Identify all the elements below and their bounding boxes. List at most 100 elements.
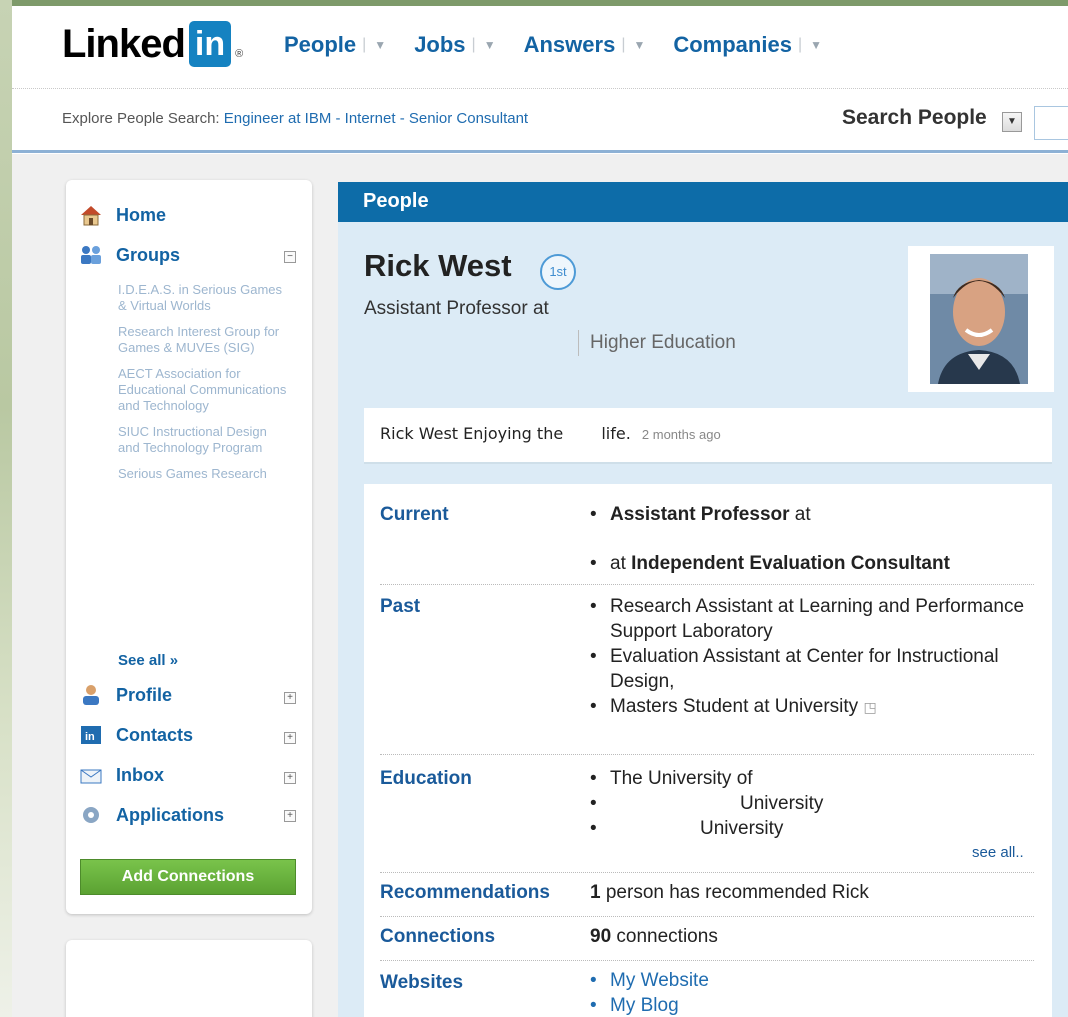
profile-industry: Higher Education (590, 332, 736, 353)
logo-registered-mark: ® (235, 48, 244, 60)
logo-box: in (188, 21, 232, 67)
row-divider (380, 584, 1034, 585)
group-link[interactable]: Serious Games Research (118, 466, 288, 482)
group-link[interactable]: Research Interest Group for Games & MUVE… (118, 324, 288, 356)
explore-prefix: Explore People Search: (62, 110, 220, 127)
groups-icon (78, 244, 104, 266)
profile-headline: Assistant Professor at (364, 298, 549, 319)
blog-link[interactable]: My Blog (590, 993, 1030, 1017)
education-see-all-link[interactable]: see all.. (972, 844, 1024, 861)
current-position-prefix: at (610, 553, 632, 574)
profile-name: Rick West (364, 248, 512, 283)
add-connections-button[interactable]: Add Connections (80, 859, 296, 895)
explore-people-search: Explore People Search: Engineer at IBM -… (62, 110, 528, 127)
profile-expand-toggle[interactable]: + (284, 692, 296, 704)
sidebar-item-label: Applications (116, 804, 225, 825)
logo-text: Linked (62, 21, 186, 66)
education-item: The University of (590, 766, 1030, 791)
chevron-down-icon[interactable]: ▼ (374, 38, 386, 52)
chevron-down-icon[interactable]: ▼ (633, 38, 645, 52)
row-divider (380, 872, 1034, 873)
current-position-item: at Independent Evaluation Consultant (590, 551, 1030, 576)
past-position-item: Masters Student at University ◳ (590, 694, 1030, 720)
nav-separator: | (797, 36, 803, 53)
status-text: Rick West Enjoying the life. 2 months ag… (380, 424, 721, 443)
search-input[interactable] (1034, 106, 1068, 140)
groups-see-all-link[interactable]: See all » (118, 652, 178, 669)
recommendations-text: person has recommended Rick (600, 882, 869, 903)
row-divider (380, 754, 1034, 755)
website-link[interactable]: My Website (590, 968, 1030, 993)
connection-degree-badge: 1st (540, 254, 576, 290)
websites-list: My Website My Blog (590, 968, 1030, 1017)
nav-companies-label[interactable]: Companies (673, 32, 792, 58)
status-update: Rick West Enjoying the life. 2 months ag… (364, 408, 1052, 464)
nav-jobs[interactable]: Jobs | ▼ (414, 32, 495, 58)
sidebar-item-applications[interactable]: Applications (78, 804, 224, 826)
status-message-end: life. (596, 424, 631, 443)
people-section-header: People (338, 182, 1068, 222)
row-divider (380, 916, 1034, 917)
industry-separator (578, 330, 579, 356)
recommendations-value: 1 person has recommended Rick (590, 880, 1030, 905)
search-type-dropdown[interactable]: ▼ (1002, 112, 1022, 132)
section-title: People (363, 190, 429, 212)
sidebar-item-label: Groups (116, 244, 181, 265)
nav-answers[interactable]: Answers | ▼ (524, 32, 646, 58)
gear-icon (78, 804, 104, 826)
past-label: Past (380, 596, 421, 617)
profile-area: Rick West 1st Assistant Professor at Hig… (338, 222, 1068, 1017)
nav-answers-label[interactable]: Answers (524, 32, 616, 58)
nav-separator: | (621, 36, 626, 53)
education-label: Education (380, 768, 472, 789)
current-positions: Assistant Professor at at Independent Ev… (590, 502, 1030, 576)
contacts-expand-toggle[interactable]: + (284, 732, 296, 744)
connections-label: Connections (380, 926, 496, 947)
past-positions: Research Assistant at Learning and Perfo… (590, 594, 1030, 720)
nav-people-label[interactable]: People (284, 32, 356, 58)
sidebar-item-label: Profile (116, 684, 173, 705)
past-position-item: Research Assistant at Learning and Perfo… (590, 594, 1030, 644)
education-item: University (590, 791, 1030, 816)
external-link-icon[interactable]: ◳ (863, 699, 876, 715)
group-link[interactable]: SIUC Instructional Design and Technology… (118, 424, 288, 456)
groups-collapse-toggle[interactable]: − (284, 251, 296, 263)
current-position-title: Assistant Professor (610, 504, 790, 525)
header-rule (12, 150, 1068, 153)
connections-count: 90 (590, 926, 612, 947)
applications-expand-toggle[interactable]: + (284, 810, 296, 822)
past-position-item: Evaluation Assistant at Center for Instr… (590, 644, 1030, 694)
profile-photo (930, 254, 1028, 384)
past-position-text: Masters Student at University (610, 696, 859, 717)
chevron-down-icon[interactable]: ▼ (810, 38, 822, 52)
explore-links[interactable]: Engineer at IBM - Internet - Senior Cons… (224, 110, 528, 127)
left-decorative-strip (0, 0, 12, 1017)
nav-separator: | (362, 36, 367, 53)
sidebar-item-profile[interactable]: Profile (78, 684, 172, 706)
row-divider (380, 960, 1034, 961)
sidebar-item-groups[interactable]: Groups (78, 244, 180, 266)
status-message: Rick West Enjoying the (380, 424, 569, 443)
group-link[interactable]: AECT Association for Educational Communi… (118, 366, 288, 414)
svg-text:in: in (85, 731, 95, 743)
sidebar-item-contacts[interactable]: in Contacts (78, 724, 193, 746)
linkedin-logo[interactable]: Linked in ® (62, 18, 243, 70)
left-sidebar: Home Groups − I.D.E.A.S. in Serious Game… (66, 180, 312, 914)
profile-details: Current Assistant Professor at at Indepe… (364, 484, 1052, 1017)
profile-photo-frame (908, 246, 1054, 392)
header-divider (12, 88, 1068, 89)
current-position-rest: at (789, 504, 811, 525)
inbox-expand-toggle[interactable]: + (284, 772, 296, 784)
nav-people[interactable]: People | ▼ (284, 32, 386, 58)
chevron-down-icon[interactable]: ▼ (484, 38, 496, 52)
group-link[interactable]: I.D.E.A.S. in Serious Games & Virtual Wo… (118, 282, 288, 314)
sidebar-item-inbox[interactable]: Inbox (78, 764, 164, 786)
header: Linked in ® People | ▼ Jobs | ▼ Answers … (12, 6, 1068, 154)
sidebar-secondary-box (66, 940, 312, 1017)
sidebar-item-home[interactable]: Home (78, 204, 166, 226)
contacts-icon: in (78, 724, 104, 746)
current-label: Current (380, 504, 449, 525)
nav-jobs-label[interactable]: Jobs (414, 32, 465, 58)
search-people-label: Search People (842, 106, 987, 129)
nav-companies[interactable]: Companies | ▼ (673, 32, 822, 58)
